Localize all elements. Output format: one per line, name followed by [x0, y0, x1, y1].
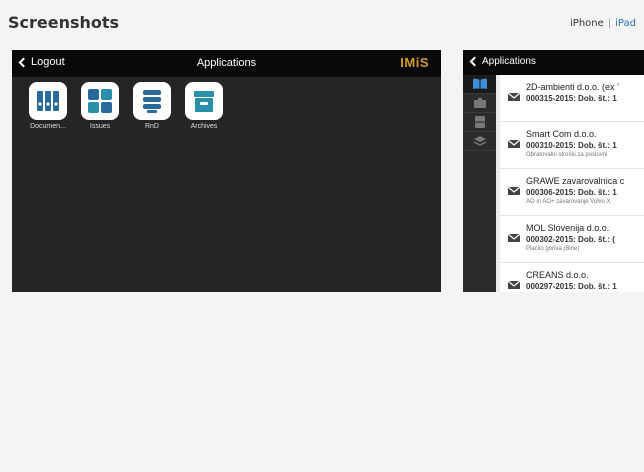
app-documents[interactable]: Documen... — [22, 82, 74, 130]
envelope-icon — [507, 233, 521, 242]
item-name: GRAWE zavarovalnica c — [526, 176, 625, 186]
list-item[interactable]: 2D-ambienti d.o.o. (ex ’ 000315-2015: Do… — [500, 75, 644, 122]
list-item[interactable]: CREANS d.o.o. 000297-2015: Dob. št.: 1 — [500, 263, 644, 292]
briefcase-icon — [473, 98, 486, 108]
app-archives[interactable]: Archives — [178, 82, 230, 130]
item-name: MOL Slovenija d.o.o. — [526, 223, 610, 233]
item-name: CREANS d.o.o. — [526, 270, 589, 280]
item-desc: Obratovalni stroški za poslovni — [526, 152, 608, 158]
list-item[interactable]: MOL Slovenija d.o.o. 000302-2015: Dob. š… — [500, 216, 644, 263]
screenshot-applications[interactable]: Logout Applications IMiS Documen... Issu… — [12, 50, 441, 292]
device-switch: iPhone | iPad — [570, 18, 636, 29]
item-ref: 000297-2015: Dob. št.: 1 — [526, 282, 617, 291]
layers-icon — [473, 136, 486, 146]
device-separator: | — [607, 18, 612, 29]
imis-logo: IMiS — [400, 55, 429, 70]
applications-back-button[interactable]: Applications — [469, 56, 536, 67]
screenshots-header: Screenshots iPhone | iPad — [0, 0, 644, 46]
side-toolbar — [463, 75, 496, 292]
nav-bar: Applications — [463, 50, 644, 75]
app-label: Archives — [190, 123, 218, 130]
grid-icon — [81, 82, 119, 120]
item-ref: 000310-2015: Dob. št.: 1 — [526, 141, 617, 150]
ipad-link[interactable]: iPad — [615, 18, 636, 29]
list-item[interactable]: Smart Com d.o.o. 000310-2015: Dob. št.: … — [500, 122, 644, 169]
chevron-left-icon — [469, 56, 480, 67]
item-name: 2D-ambienti d.o.o. (ex ’ — [526, 82, 620, 92]
app-label: RnD — [144, 123, 159, 130]
envelope-icon — [507, 280, 521, 289]
app-label: Issues — [89, 123, 111, 130]
archive-box-icon — [185, 82, 223, 120]
nav-bar: Logout Applications IMiS — [12, 50, 441, 77]
side-item-book[interactable] — [463, 75, 496, 94]
envelope-icon — [507, 186, 521, 195]
side-item-layers[interactable] — [463, 132, 496, 151]
side-item-briefcase[interactable] — [463, 94, 496, 113]
book-icon — [472, 78, 487, 89]
app-label: Documen... — [30, 123, 66, 130]
item-ref: 000302-2015: Dob. št.: ( — [526, 235, 615, 244]
iphone-link[interactable]: iPhone — [570, 18, 604, 29]
side-item-cabinet[interactable] — [463, 113, 496, 132]
app-issues[interactable]: Issues — [74, 82, 126, 130]
section-title: Screenshots — [8, 13, 120, 32]
cabinet-icon — [474, 116, 485, 128]
nav-title: Applications — [196, 57, 257, 69]
back-label: Applications — [482, 56, 536, 67]
item-desc: Plačilo goriva (Bine) — [526, 246, 580, 252]
app-grid: Documen... Issues RnD Archives — [22, 82, 230, 130]
envelope-icon — [507, 92, 521, 101]
item-ref: 000306-2015: Dob. št.: 1 — [526, 188, 617, 197]
stack-icon — [133, 82, 171, 120]
item-name: Smart Com d.o.o. — [526, 129, 597, 139]
binders-icon — [29, 82, 67, 120]
envelope-icon — [507, 139, 521, 148]
screenshot-documents-list[interactable]: Applications 2D-ambienti d.o.o. (ex ’ 00… — [463, 50, 644, 292]
list-item[interactable]: GRAWE zavarovalnica c 000306-2015: Dob. … — [500, 169, 644, 216]
document-list: 2D-ambienti d.o.o. (ex ’ 000315-2015: Do… — [500, 75, 644, 292]
app-rnd[interactable]: RnD — [126, 82, 178, 130]
item-ref: 000315-2015: Dob. št.: 1 — [526, 94, 617, 103]
item-desc: AO in AO+ zavarovanje Volvo X — [526, 199, 611, 205]
